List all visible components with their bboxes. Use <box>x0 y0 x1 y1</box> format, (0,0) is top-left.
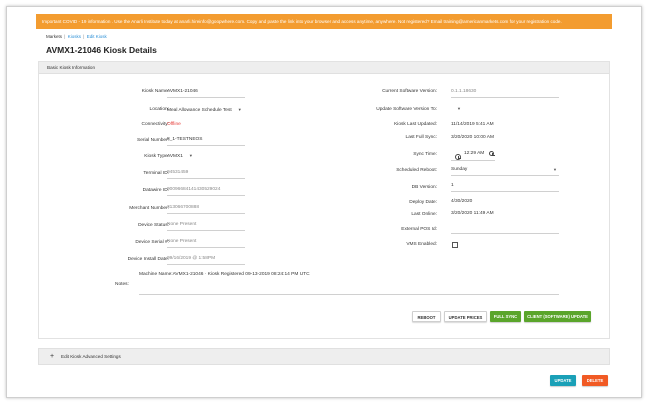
terminal-id-label: Terminal ID: <box>143 171 169 176</box>
kiosk-last-updated-value: 11/14/2019 5:41 AM <box>451 122 494 127</box>
kiosk-type-value: AVMX1 <box>167 154 183 159</box>
db-version-input[interactable]: 1 <box>451 183 454 188</box>
page-title: AVMX1-21046 Kiosk Details <box>46 45 157 55</box>
scheduled-reboot-underline <box>451 175 559 176</box>
current-software-version-underline <box>451 97 559 98</box>
connectivity-status: Offline <box>167 122 181 127</box>
last-online-label: Last Online: <box>411 212 437 217</box>
breadcrumb-separator: | <box>64 34 66 39</box>
external-pos-id-underline <box>451 233 559 234</box>
banner-text: Important COVID - 19 information . Use t… <box>42 19 562 24</box>
basic-kiosk-info-card: Basic Kiosk Information Kiosk Name: AVMX… <box>38 61 610 339</box>
notes-underline <box>139 294 559 295</box>
breadcrumb-markets-link[interactable]: Markets <box>46 34 62 39</box>
db-version-label: DB Version: <box>411 185 437 190</box>
breadcrumb-current: Edit Kiosk <box>86 34 107 39</box>
reboot-button[interactable]: REBOOT <box>412 311 441 322</box>
location-select[interactable]: Meal Allowance Schedule Test ▼ <box>167 107 242 113</box>
kiosk-last-updated-label: Kiosk Last Updated: <box>394 122 437 127</box>
client-software-update-button[interactable]: CLIENT (SOFTWARE) UPDATE <box>524 311 591 322</box>
device-serial-underline <box>167 247 245 248</box>
last-online-value: 3/20/2020 11:49 AM <box>451 211 494 216</box>
scheduled-reboot-label: Scheduled Reboot: <box>396 168 437 173</box>
location-value: Meal Allowance Schedule Test <box>167 108 232 113</box>
connectivity-label: Connectivity: <box>141 122 169 127</box>
last-full-sync-value: 3/20/2020 10:00 AM <box>451 135 494 140</box>
merchant-number-underline <box>167 213 245 214</box>
scheduled-reboot-select[interactable]: Sunday <box>451 167 467 172</box>
serial-number-input[interactable]: 8_1-TESTNEOS <box>167 137 202 142</box>
kiosk-name-underline <box>167 97 245 98</box>
current-software-version-label: Current Software Version: <box>382 89 437 94</box>
update-software-version-label: Update Software Version To: <box>376 107 437 112</box>
vms-enabled-checkbox[interactable] <box>452 242 458 248</box>
vms-enabled-label: VMS Enabled: <box>406 242 437 247</box>
terminal-id-underline <box>167 178 245 179</box>
deploy-date-label: Deploy Date: <box>409 200 437 205</box>
device-serial-value: None Present <box>167 239 197 244</box>
breadcrumb: Markets | Kiosks | Edit Kiosk <box>46 34 107 39</box>
serial-number-label: Serial Number: <box>137 138 169 143</box>
device-status-label: Device Status: <box>138 223 169 228</box>
sync-time-label: Sync Time: <box>413 152 437 157</box>
merchant-number-value: 313066700888 <box>167 205 200 210</box>
deploy-date-value: 4/30/2020 <box>451 199 473 204</box>
plus-icon[interactable]: + <box>50 349 54 365</box>
update-prices-button[interactable]: UPDATE PRICES <box>444 311 487 322</box>
device-status-value: None Present <box>167 222 197 227</box>
db-version-underline <box>451 191 559 192</box>
device-install-date-value: 09/16/2019 @ 1:58PM <box>167 256 216 261</box>
datawire-id-label: Datawire ID: <box>142 188 169 193</box>
location-label: Location: <box>149 107 169 112</box>
device-serial-label: Device Serial #: <box>135 240 169 245</box>
terminal-id-value: 04531459 <box>167 170 189 175</box>
external-pos-id-input[interactable] <box>451 226 559 232</box>
notes-label: Notes: <box>115 282 129 287</box>
kiosk-name-label: Kiosk Name: <box>141 89 169 94</box>
merchant-number-label: Merchant Number: <box>129 206 169 211</box>
sync-time-input[interactable]: 12:29 AM <box>464 151 484 156</box>
advanced-settings-label[interactable]: Edit Kiosk Advanced Settings <box>61 349 121 365</box>
device-install-date-label: Device Install Date: <box>127 257 169 262</box>
update-software-version-select[interactable]: ▼ <box>451 106 461 112</box>
device-status-underline <box>167 230 245 231</box>
current-software-version-value: 0.1.1.18630 <box>451 89 477 94</box>
caret-down-icon: ▼ <box>188 153 193 158</box>
notes-textarea[interactable]: Machine Name:AVMX1-21046 · Kiosk Registe… <box>139 272 310 277</box>
breadcrumb-separator: | <box>83 34 85 39</box>
advanced-settings-panel[interactable]: + Edit Kiosk Advanced Settings <box>38 348 610 365</box>
device-install-date-underline <box>167 264 245 265</box>
full-sync-button[interactable]: FULL SYNC <box>490 311 521 322</box>
kiosk-type-label: Kiosk Type: <box>144 154 169 159</box>
kiosk-name-input[interactable]: AVMX1-21046 <box>167 89 198 94</box>
datawire-id-underline <box>167 195 245 196</box>
sync-time-underline <box>451 160 495 161</box>
clock-picker-icon[interactable] <box>489 151 495 156</box>
update-button[interactable]: UPDATE <box>550 375 576 386</box>
last-full-sync-label: Last Full Sync: <box>405 135 437 140</box>
caret-down-icon: ▼ <box>237 107 242 112</box>
covid-info-banner: Important COVID - 19 information . Use t… <box>36 14 612 29</box>
serial-number-underline <box>167 145 245 146</box>
caret-down-icon: ▼ <box>553 167 557 172</box>
delete-button[interactable]: DELETE <box>582 375 608 386</box>
breadcrumb-kiosks-link[interactable]: Kiosks <box>68 34 81 39</box>
card-header: Basic Kiosk Information <box>39 62 609 74</box>
kiosk-type-select[interactable]: AVMX1 ▼ <box>167 153 193 159</box>
external-pos-id-label: External POS Id: <box>401 227 437 232</box>
caret-down-icon: ▼ <box>457 106 461 111</box>
datawire-id-value: 00096684141430529024 <box>167 187 221 192</box>
